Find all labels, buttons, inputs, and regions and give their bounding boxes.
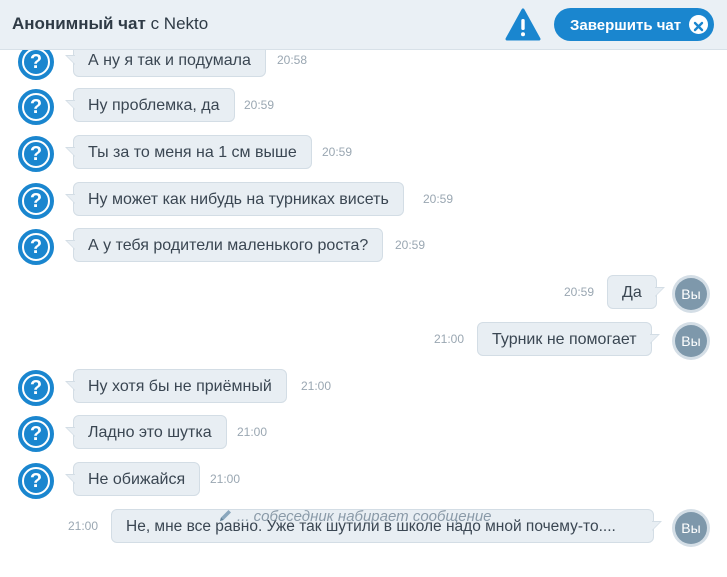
message-bubble: Ну хотя бы не приёмный [65, 369, 287, 403]
message-row: ? А ну я так и подумала 20:58 [0, 50, 727, 83]
stranger-avatar: ? [18, 136, 54, 172]
message-row: ? Ладно это шутка 21:00 [0, 415, 727, 455]
stranger-avatar: ? [18, 370, 54, 406]
message-time: 20:59 [322, 145, 353, 159]
message-time: 20:59 [244, 98, 275, 112]
message-time: 21:00 [68, 519, 99, 533]
message-bubble: Ладно это шутка [65, 415, 227, 449]
typing-text: ... собеседник набирает сообщение [237, 508, 492, 525]
end-chat-label: Завершить чат [570, 17, 682, 34]
message-bubble: А у тебя родители маленького роста? [64, 228, 384, 262]
user-avatar: Вы [672, 322, 710, 360]
stranger-avatar: ? [18, 416, 54, 452]
message-bubble: Турник не помогает [477, 322, 660, 356]
message-time: 21:00 [434, 332, 465, 346]
stranger-avatar: ? [18, 89, 54, 125]
message-time: 20:59 [423, 192, 454, 206]
title-rest: с Nekto [145, 14, 209, 33]
warning-icon[interactable] [505, 8, 541, 42]
message-bubble: А ну я так и подумала [65, 50, 266, 77]
message-row: ? Ты за то меня на 1 см выше 20:59 [0, 135, 727, 175]
message-time: 20:58 [277, 53, 308, 67]
message-time: 21:00 [237, 425, 268, 439]
message-time: 21:00 [210, 472, 241, 486]
user-avatar: Вы [672, 509, 710, 547]
message-time: 21:00 [301, 379, 332, 393]
message-bubble: Да [607, 275, 665, 309]
message-row: ? Не обижайся 21:00 [0, 462, 727, 502]
message-row: ? Ну может как нибудь на турниках висеть… [0, 182, 727, 222]
message-bubble: Ну проблемка, да [65, 88, 235, 122]
page-title: Анонимный чат с Nekto [12, 14, 208, 34]
stranger-avatar: ? [18, 50, 54, 80]
stranger-avatar: ? [18, 183, 54, 219]
pencil-icon [218, 508, 233, 527]
typing-indicator: ... собеседник набирает сообщение [218, 508, 492, 527]
end-chat-button[interactable]: Завершить чат [554, 8, 714, 41]
message-row: ? Ну хотя бы не приёмный 21:00 [0, 369, 727, 409]
message-time: 20:59 [395, 238, 426, 252]
message-bubble: Ты за то меня на 1 см выше [65, 135, 312, 169]
chat-header: Анонимный чат с Nekto Завершить чат [0, 0, 727, 50]
stranger-avatar: ? [18, 463, 54, 499]
message-row: 21:00 Турник не помогает Вы [0, 322, 727, 362]
message-row: ? Ну проблемка, да 20:59 [0, 88, 727, 128]
stranger-avatar: ? [18, 229, 54, 265]
message-bubble: Не обижайся [64, 462, 201, 496]
message-row: 20:59 Да Вы [0, 275, 727, 315]
message-time: 20:59 [564, 285, 595, 299]
message-list[interactable]: ? А ну я так и подумала 20:58 ? Ну пробл… [0, 50, 727, 577]
message-row: ? А у тебя родители маленького роста? 20… [0, 228, 727, 268]
user-avatar: Вы [672, 275, 710, 313]
close-icon [689, 15, 708, 34]
title-bold: Анонимный чат [12, 14, 146, 33]
message-bubble: Ну может как нибудь на турниках висеть [65, 182, 404, 216]
